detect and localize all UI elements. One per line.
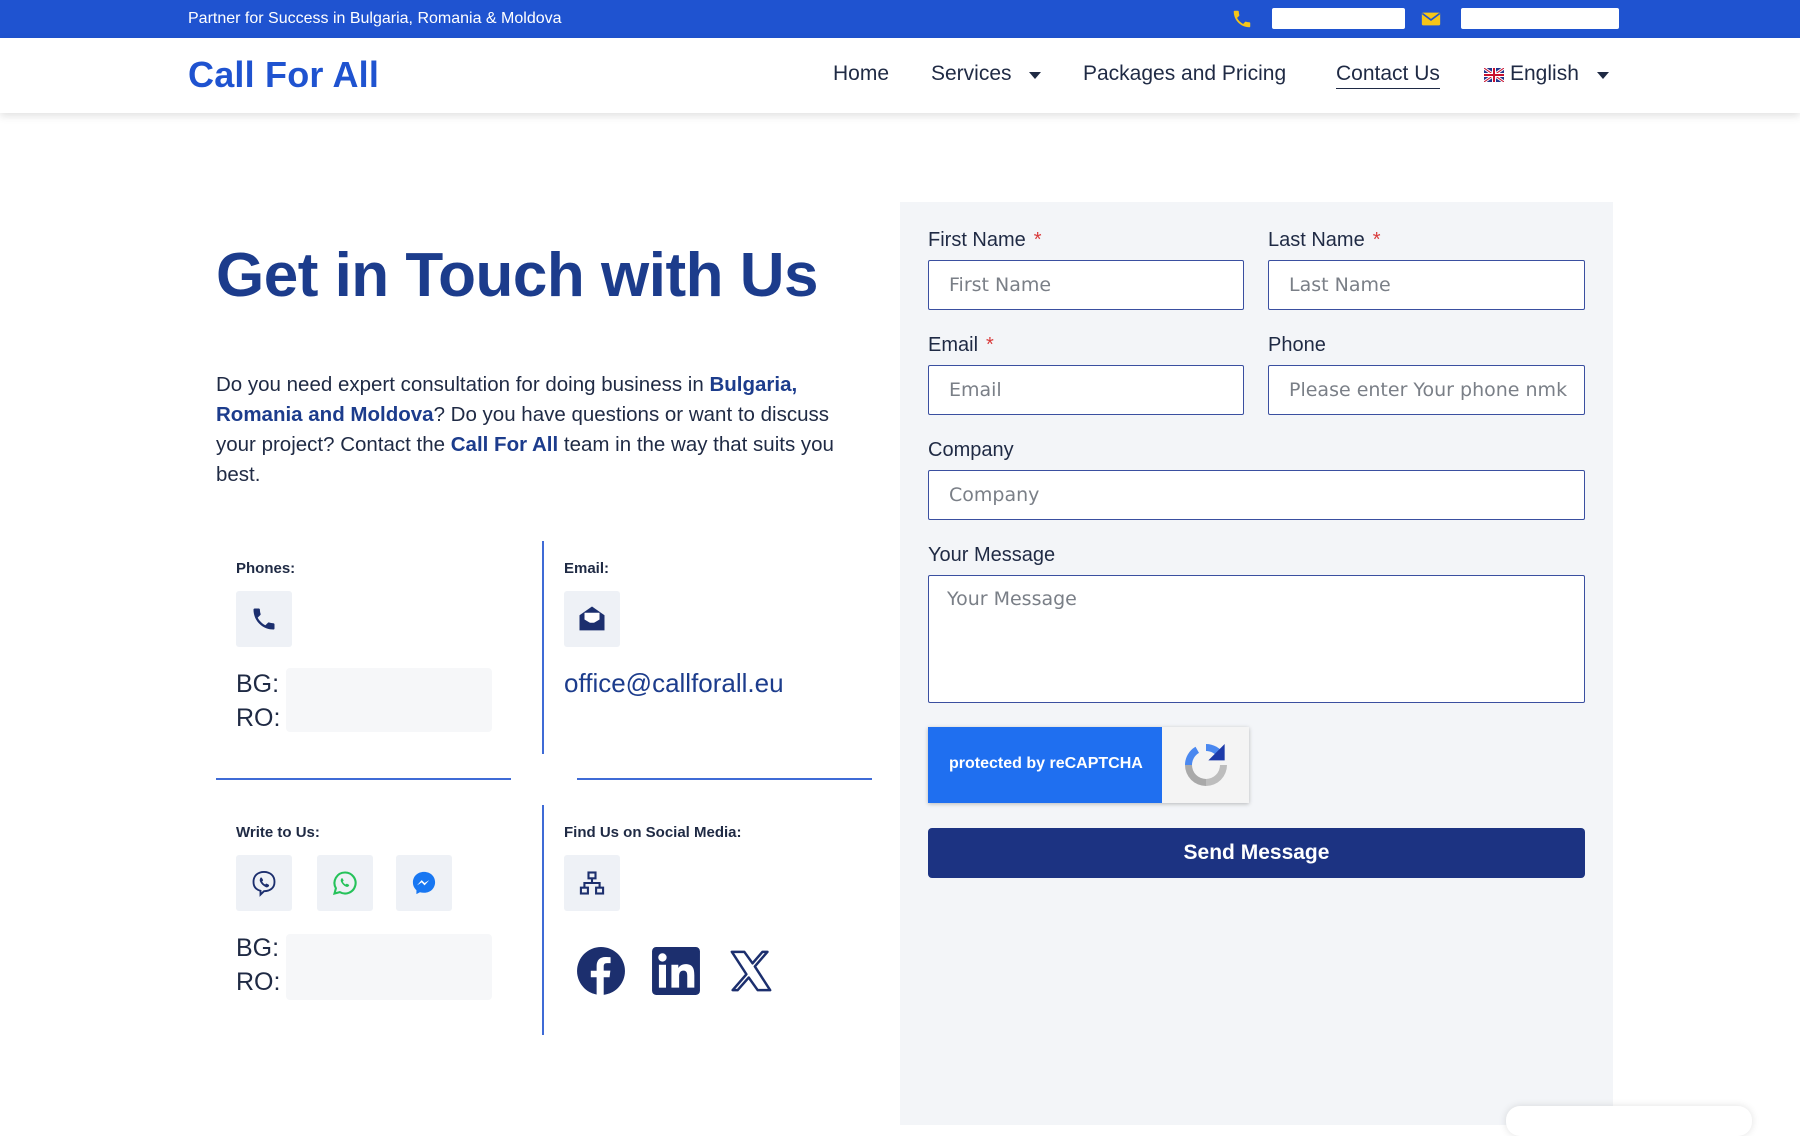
recaptcha-text: protected by reCAPTCHA [949,755,1143,772]
phone-bg-prefix: BG: [236,670,280,698]
phone-icon[interactable] [1231,8,1253,30]
email-input[interactable] [928,365,1244,415]
messaging-numbers-redacted [286,934,492,1000]
phone-input[interactable] [1268,365,1585,415]
messaging-bg-prefix: BG: [236,934,280,962]
tagline: Partner for Success in Bulgaria, Romania… [188,10,562,27]
logo[interactable]: Call For All [188,54,379,96]
page-title: Get in Touch with Us [216,241,818,310]
required-mark: * [986,334,994,356]
divider [577,778,872,780]
first-name-label: First Name * [928,229,1042,251]
network-icon [564,855,620,911]
divider [216,778,511,780]
envelope-icon[interactable] [1420,9,1442,31]
email-label: Email: [564,560,610,577]
uk-flag-icon [1484,68,1504,82]
chat-widget[interactable] [1506,1106,1752,1136]
nav-contact[interactable]: Contact Us [1336,62,1440,89]
phone-numbers-redacted [286,668,492,732]
nav-home[interactable]: Home [833,62,889,86]
nav-packages[interactable]: Packages and Pricing [1083,62,1286,86]
required-mark: * [1033,229,1042,251]
social-media-label: Find Us on Social Media: [564,824,742,841]
required-mark: * [1372,229,1381,251]
phone-ro-prefix: RO: [236,704,281,732]
company-label: Company [928,439,1014,461]
company-input[interactable] [928,470,1585,520]
phone-number-redacted [1272,8,1405,29]
chevron-down-icon[interactable] [1597,72,1609,79]
last-name-input[interactable] [1268,260,1585,310]
first-name-input[interactable] [928,260,1244,310]
intro-paragraph: Do you need expert consultation for doin… [216,373,834,486]
envelope-open-icon [564,591,620,647]
divider [542,805,544,1035]
top-bar: Partner for Success in Bulgaria, Romania… [0,0,1800,38]
message-label: Your Message [928,544,1056,566]
email-field-label: Email * [928,334,994,356]
email-redacted [1461,8,1619,29]
email-link[interactable]: office@callforall.eu [564,668,784,699]
last-name-label: Last Name * [1268,229,1381,251]
send-message-button[interactable]: Send Message [928,828,1585,878]
intro-bold-brand: Call For All [450,433,559,456]
nav-language[interactable]: English [1510,62,1579,86]
recaptcha-badge[interactable]: protected by reCAPTCHA [928,727,1249,803]
x-twitter-icon[interactable] [728,948,774,994]
phone-field-label: Phone [1268,334,1326,356]
write-to-us-label: Write to Us: [236,824,320,841]
divider [542,541,544,754]
recaptcha-icon [1162,727,1249,803]
chevron-down-icon[interactable] [1029,72,1041,79]
nav-services[interactable]: Services [931,62,1012,86]
whatsapp-icon[interactable] [317,855,373,911]
messenger-icon[interactable] [396,855,452,911]
message-textarea[interactable] [928,575,1585,703]
phone-icon [236,591,292,647]
linkedin-icon[interactable] [651,946,701,996]
recaptcha-label-area: protected by reCAPTCHA [928,727,1162,803]
messaging-ro-prefix: RO: [236,968,281,996]
facebook-icon[interactable] [576,946,626,996]
viber-icon[interactable] [236,855,292,911]
phones-label: Phones: [236,560,296,577]
